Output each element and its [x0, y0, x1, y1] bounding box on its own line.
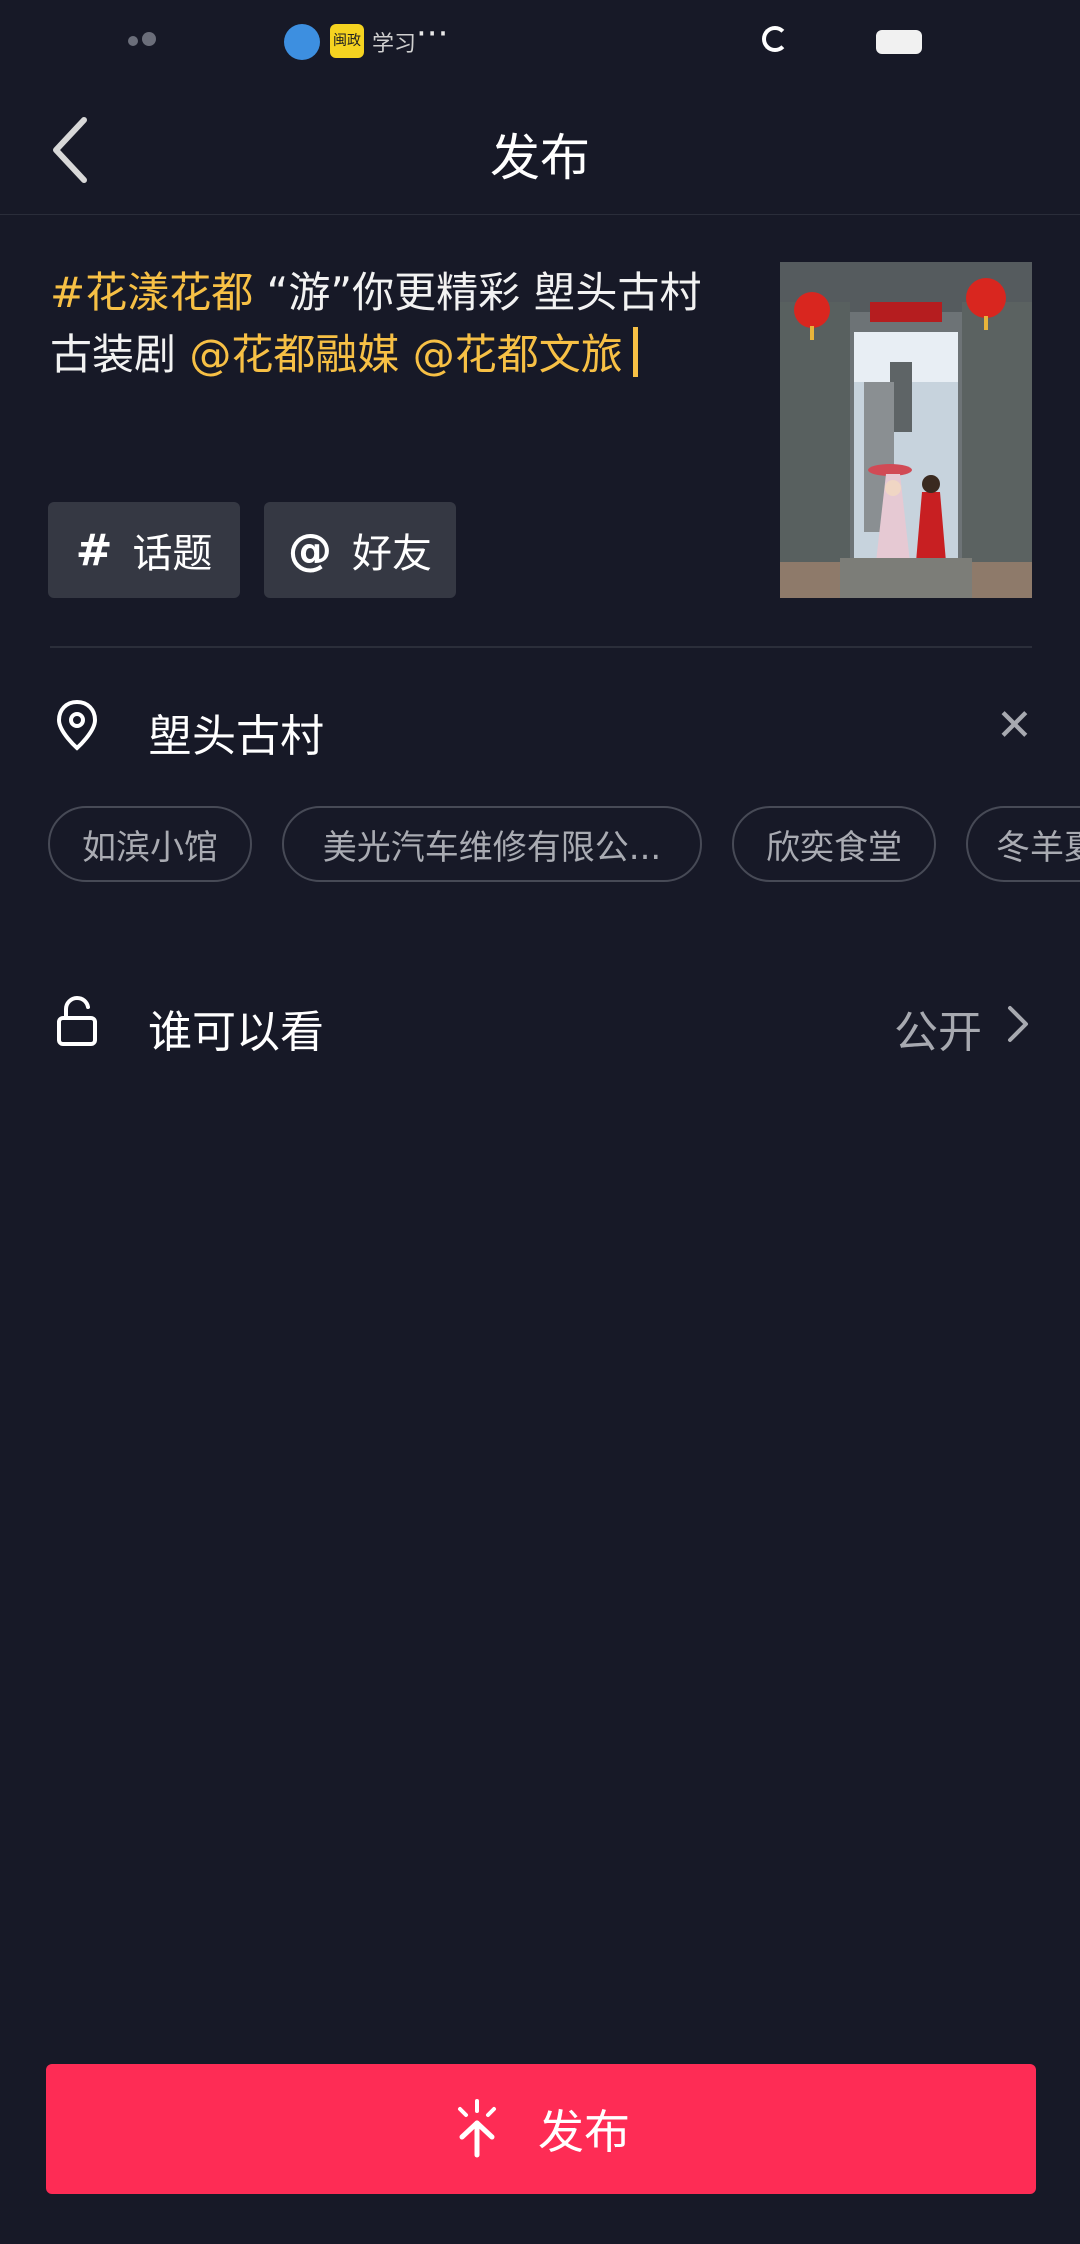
video-cover-thumbnail[interactable]	[780, 262, 1032, 598]
location-pin-icon	[56, 699, 98, 751]
mention-friend-label: 好友	[352, 531, 432, 577]
signal-icon	[128, 30, 158, 52]
hashtag-icon: #	[75, 524, 113, 576]
visibility-value[interactable]: 公开	[894, 996, 982, 1060]
app-notification-badge: 闽政	[330, 24, 364, 58]
caption-input[interactable]: #花漾花都 “游”你更精彩 塱头古村古装剧 @花都融媒 @花都文旅	[50, 262, 750, 386]
caption-hashtag[interactable]: #花漾花都	[50, 268, 253, 317]
close-icon[interactable]: ✕	[996, 700, 1033, 751]
add-topic-label: 话题	[132, 531, 213, 577]
upload-sparkle-icon	[458, 2099, 496, 2158]
location-suggestion[interactable]: 冬羊夏	[966, 806, 1080, 882]
more-notifications-icon: ···	[416, 14, 449, 54]
chevron-right-icon[interactable]	[1006, 1004, 1030, 1044]
publish-button-label: 发布	[538, 2105, 630, 2159]
alarm-icon	[762, 26, 788, 52]
battery-icon	[876, 30, 922, 54]
mention-friend-button[interactable]: @ 好友	[264, 502, 456, 598]
location-suggestion[interactable]: 如滨小馆	[48, 806, 252, 882]
at-icon: @	[288, 524, 332, 576]
location-suggestion[interactable]: 美光汽车维修有限公...	[282, 806, 702, 882]
caption-mentions[interactable]: @花都融媒 @花都文旅	[189, 330, 622, 379]
page-title: 发布	[490, 129, 590, 187]
visibility-label[interactable]: 谁可以看	[148, 996, 324, 1060]
app-notification-text: 学习	[372, 32, 417, 57]
nav-bar: 发布	[0, 82, 1080, 215]
add-topic-button[interactable]: # 话题	[48, 502, 240, 598]
app-notification-icon	[284, 24, 320, 60]
divider	[50, 646, 1032, 648]
publish-button[interactable]: 发布	[46, 2064, 1036, 2194]
location-suggestion[interactable]: 欣奕食堂	[732, 806, 936, 882]
status-bar: 闽政 学习 ···	[0, 0, 1080, 82]
caption-text-line2: 古装剧	[50, 330, 190, 379]
text-cursor	[632, 327, 638, 377]
unlock-icon	[57, 995, 97, 1046]
caption-text-line1: “游”你更精彩 塱头古村	[253, 268, 702, 317]
location-name[interactable]: 塱头古村	[148, 700, 324, 764]
